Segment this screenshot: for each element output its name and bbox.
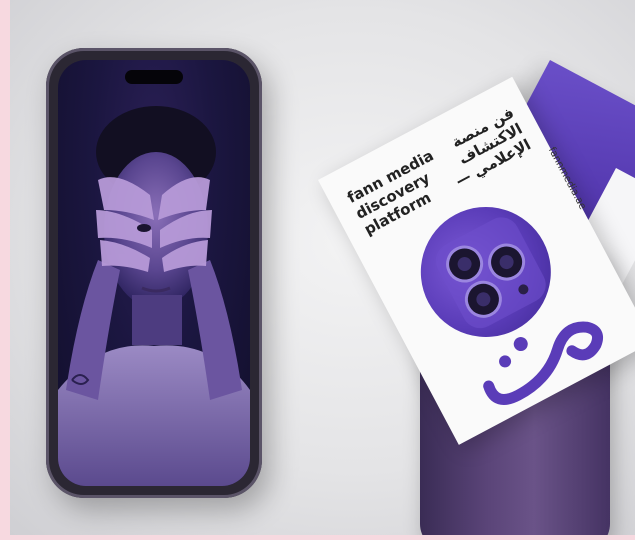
left-phone: [46, 48, 262, 498]
card-english-text: fann media discovery platform: [344, 146, 437, 239]
portrait-image: [58, 106, 250, 486]
photo-frame: fann media discovery platform فن منصة ال…: [10, 0, 635, 535]
card-arabic-text: فن منصة الاكتشاف الإعلامي —: [448, 103, 534, 191]
dynamic-island: [125, 70, 183, 84]
phone-screen: [58, 60, 250, 486]
